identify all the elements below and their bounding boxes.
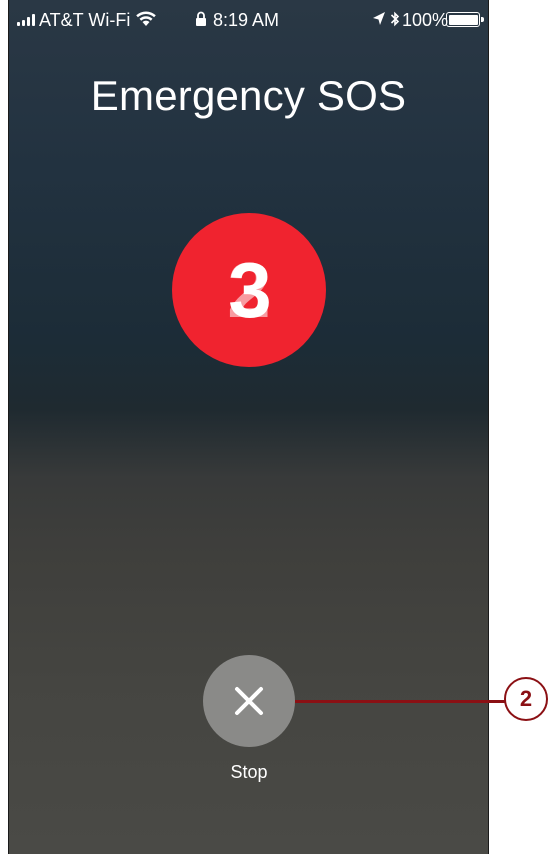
stop-label: Stop [230, 762, 268, 782]
location-arrow-icon [372, 11, 386, 32]
lock-icon [195, 11, 207, 32]
status-bar: AT&T Wi-Fi 8:19 AM 100% [9, 0, 488, 44]
callout-leader-line [295, 700, 505, 703]
wifi-icon [135, 9, 157, 32]
page-title: Emergency SOS [90, 72, 407, 119]
countdown-previous-number: 2 [227, 246, 271, 334]
bluetooth-icon [390, 9, 400, 34]
battery-fill [448, 14, 478, 25]
status-time: 8:19 AM [213, 10, 280, 30]
emergency-sos-screen: AT&T Wi-Fi 8:19 AM 100% Emergency SOS 2 … [9, 0, 488, 854]
callout-number-badge: 2 [504, 677, 548, 721]
battery-icon [446, 12, 484, 27]
close-icon [235, 687, 263, 715]
stop-button[interactable] [203, 655, 295, 747]
carrier-name: AT&T Wi-Fi [39, 10, 131, 30]
device-frame-right-edge [488, 0, 489, 854]
countdown-circle: 2 3 [172, 213, 326, 367]
battery-percent: 100% [402, 10, 449, 30]
